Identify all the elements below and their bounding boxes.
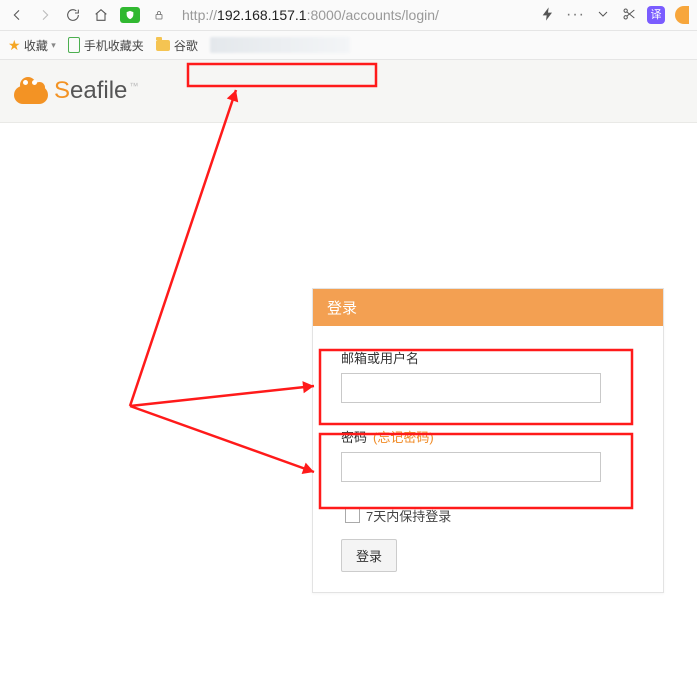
password-input[interactable] [341, 452, 601, 482]
remember-checkbox[interactable]: 7天内保持登录 [345, 506, 635, 525]
address-bar[interactable]: http://192.168.157.1:8000/accounts/login… [178, 5, 443, 25]
blurred-bookmarks [210, 37, 350, 53]
login-button[interactable]: 登录 [341, 539, 397, 572]
mobile-bookmarks[interactable]: 手机收藏夹 [68, 37, 144, 54]
url-path: /accounts/login/ [342, 7, 439, 23]
forgot-password-link[interactable]: (忘记密码) [373, 430, 434, 445]
login-title: 登录 [313, 289, 663, 326]
url-protocol: http:// [182, 7, 217, 23]
extension-icon[interactable] [675, 6, 689, 24]
more-menu[interactable]: ··· [566, 6, 585, 24]
bookmarks-bar: ★ 收藏 ▾ 手机收藏夹 谷歌 [0, 31, 697, 60]
bolt-icon[interactable] [540, 6, 556, 25]
scissors-icon[interactable] [621, 6, 637, 25]
phone-icon [68, 37, 80, 53]
cloud-logo-icon [14, 78, 48, 104]
favorites-label: 收藏 [24, 37, 48, 54]
url-host: 192.168.157.1 [217, 7, 307, 23]
page-body: Seafile™ 登录 邮箱或用户名 密码(忘记密码) 7天内保持登录 登录 [0, 60, 697, 618]
email-field-group: 邮箱或用户名 [341, 348, 635, 403]
chevron-down-icon[interactable] [595, 6, 611, 25]
favorites-button[interactable]: ★ 收藏 ▾ [8, 37, 56, 54]
back-button[interactable] [8, 6, 26, 24]
checkbox-icon [345, 508, 360, 523]
browser-toolbar: http://192.168.157.1:8000/accounts/login… [0, 0, 697, 31]
password-field-group: 密码(忘记密码) [341, 427, 635, 482]
security-shield-icon[interactable] [120, 7, 140, 23]
email-input[interactable] [341, 373, 601, 403]
folder-icon [156, 40, 170, 51]
brand-header: Seafile™ [0, 60, 697, 123]
mobile-bookmarks-label: 手机收藏夹 [84, 37, 144, 54]
lock-icon [150, 6, 168, 24]
translate-icon[interactable]: 译 [647, 6, 665, 24]
bookmark-google[interactable]: 谷歌 [156, 37, 198, 54]
remember-label: 7天内保持登录 [366, 506, 451, 525]
bookmark-google-label: 谷歌 [174, 37, 198, 54]
email-label: 邮箱或用户名 [341, 348, 635, 367]
home-button[interactable] [92, 6, 110, 24]
brand-name: Seafile™ [54, 77, 138, 105]
reload-button[interactable] [64, 6, 82, 24]
url-port: :8000 [307, 7, 342, 23]
seafile-logo[interactable]: Seafile™ [14, 77, 138, 105]
login-card: 登录 邮箱或用户名 密码(忘记密码) 7天内保持登录 登录 [312, 288, 664, 593]
forward-button[interactable] [36, 6, 54, 24]
star-icon: ★ [8, 37, 21, 54]
password-label: 密码(忘记密码) [341, 427, 635, 446]
